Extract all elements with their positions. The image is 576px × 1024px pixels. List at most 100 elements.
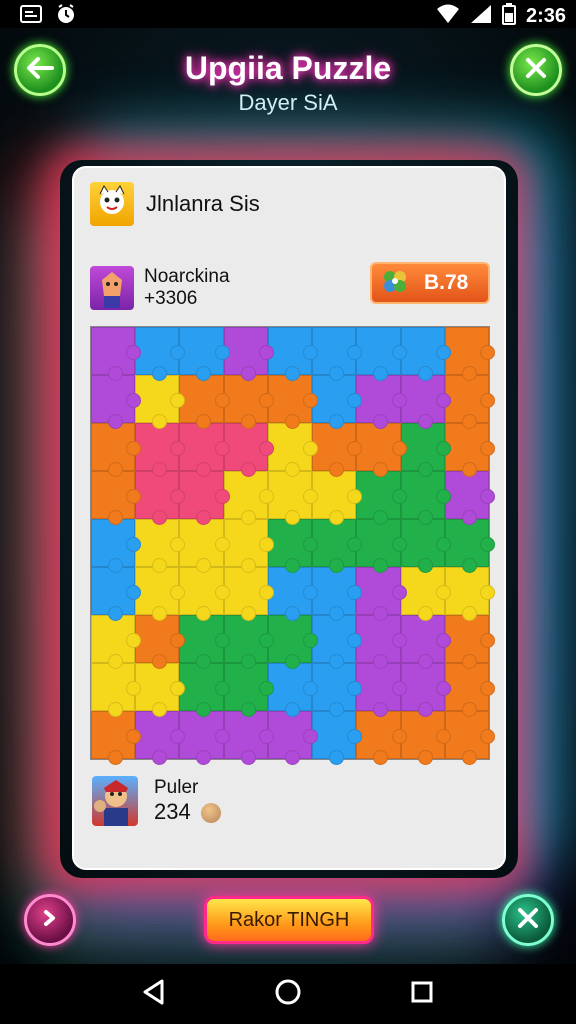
puzzle-piece[interactable] [267,375,319,429]
puzzle-piece[interactable] [444,423,496,477]
close-button-top[interactable] [510,44,562,96]
puzzle-piece[interactable] [223,471,275,525]
puzzle-piece[interactable] [135,663,186,717]
puzzle-piece[interactable] [267,519,319,573]
nav-back-button[interactable] [140,979,168,1008]
score-badge[interactable]: B.78 [370,262,490,304]
page-title: Upgiia Puzzle [184,50,392,86]
puzzle-piece[interactable] [356,423,407,477]
player-name: Noarckina [144,266,230,287]
puzzle-piece[interactable] [135,327,186,381]
puzzle-piece[interactable] [91,471,142,525]
puzzle-piece[interactable] [91,711,142,765]
puzzle-piece[interactable] [444,471,496,525]
puzzle-piece[interactable] [400,423,452,477]
avatar [92,776,138,826]
puzzle-piece[interactable] [179,615,230,669]
puzzle-piece[interactable] [135,615,186,669]
puzzle-piece[interactable] [267,663,319,717]
puzzle-piece[interactable] [400,471,452,525]
system-nav-bar [0,964,576,1024]
puzzle-piece[interactable] [356,327,407,381]
puzzle-piece[interactable] [179,519,230,573]
puzzle-piece[interactable] [267,471,319,525]
puzzle-piece[interactable] [444,663,496,717]
nav-recents-button[interactable] [408,980,436,1008]
puzzle-piece[interactable] [135,375,186,429]
puzzle-piece[interactable] [356,711,407,765]
puzzle-piece[interactable] [91,567,142,621]
puzzle-piece[interactable] [135,711,186,765]
puzzle-piece[interactable] [444,615,496,669]
puzzle-piece[interactable] [356,519,407,573]
puzzle-piece[interactable] [267,711,319,765]
puzzle-piece[interactable] [223,327,275,381]
puzzle-piece[interactable] [135,423,186,477]
puzzle-piece[interactable] [400,663,452,717]
swap-button[interactable] [24,894,76,946]
puzzle-piece[interactable] [223,519,275,573]
puzzle-piece[interactable] [223,567,275,621]
puzzle-piece[interactable] [400,615,452,669]
puzzle-piece[interactable] [356,663,407,717]
puzzle-board[interactable] [90,326,496,765]
puzzle-piece[interactable] [223,423,275,477]
player-name: Puler [154,777,199,798]
puzzle-piece[interactable] [179,471,230,525]
puzzle-piece[interactable] [312,711,363,765]
puzzle-piece[interactable] [356,471,407,525]
puzzle-piece[interactable] [312,519,363,573]
puzzle-piece[interactable] [179,423,230,477]
puzzle-piece[interactable] [179,327,230,381]
puzzle-piece[interactable] [267,327,319,381]
puzzle-piece[interactable] [444,711,496,765]
puzzle-piece[interactable] [135,471,186,525]
nav-home-button[interactable] [274,979,302,1008]
puzzle-piece[interactable] [312,375,363,429]
close-icon [516,906,540,935]
puzzle-piece[interactable] [400,519,452,573]
puzzle-piece[interactable] [91,519,142,573]
puzzle-piece[interactable] [444,519,496,573]
avatar [90,266,134,310]
puzzle-piece[interactable] [91,615,142,669]
puzzle-piece[interactable] [312,615,363,669]
puzzle-piece[interactable] [312,471,363,525]
puzzle-piece[interactable] [91,423,142,477]
puzzle-piece[interactable] [444,375,496,429]
main-action-button[interactable]: Rakor TINGH [204,896,374,944]
puzzle-piece[interactable] [91,375,142,429]
puzzle-piece[interactable] [223,615,275,669]
puzzle-piece[interactable] [312,327,363,381]
puzzle-piece[interactable] [179,711,230,765]
puzzle-piece[interactable] [179,567,230,621]
close-button-bottom[interactable] [502,894,554,946]
puzzle-piece[interactable] [91,327,142,381]
puzzle-piece[interactable] [356,615,407,669]
puzzle-piece[interactable] [400,327,452,381]
puzzle-piece[interactable] [312,423,363,477]
puzzle-piece[interactable] [223,711,275,765]
puzzle-piece[interactable] [444,567,496,621]
puzzle-piece[interactable] [91,663,142,717]
puzzle-piece[interactable] [267,615,319,669]
puzzle-piece[interactable] [444,327,496,381]
puzzle-piece[interactable] [223,663,275,717]
puzzle-piece[interactable] [312,567,363,621]
puzzle-piece[interactable] [400,375,452,429]
wifi-icon [436,4,460,29]
player-row-2: Noarckina +3306 [90,266,230,310]
puzzle-piece[interactable] [267,567,319,621]
puzzle-piece[interactable] [179,375,230,429]
puzzle-piece[interactable] [267,423,319,477]
puzzle-piece[interactable] [356,567,407,621]
puzzle-piece[interactable] [312,663,363,717]
puzzle-piece[interactable] [400,711,452,765]
puzzle-piece[interactable] [179,663,230,717]
close-icon [524,56,548,85]
puzzle-piece[interactable] [223,375,275,429]
puzzle-piece[interactable] [135,519,186,573]
puzzle-piece[interactable] [400,567,452,621]
puzzle-piece[interactable] [356,375,407,429]
puzzle-piece[interactable] [135,567,186,621]
